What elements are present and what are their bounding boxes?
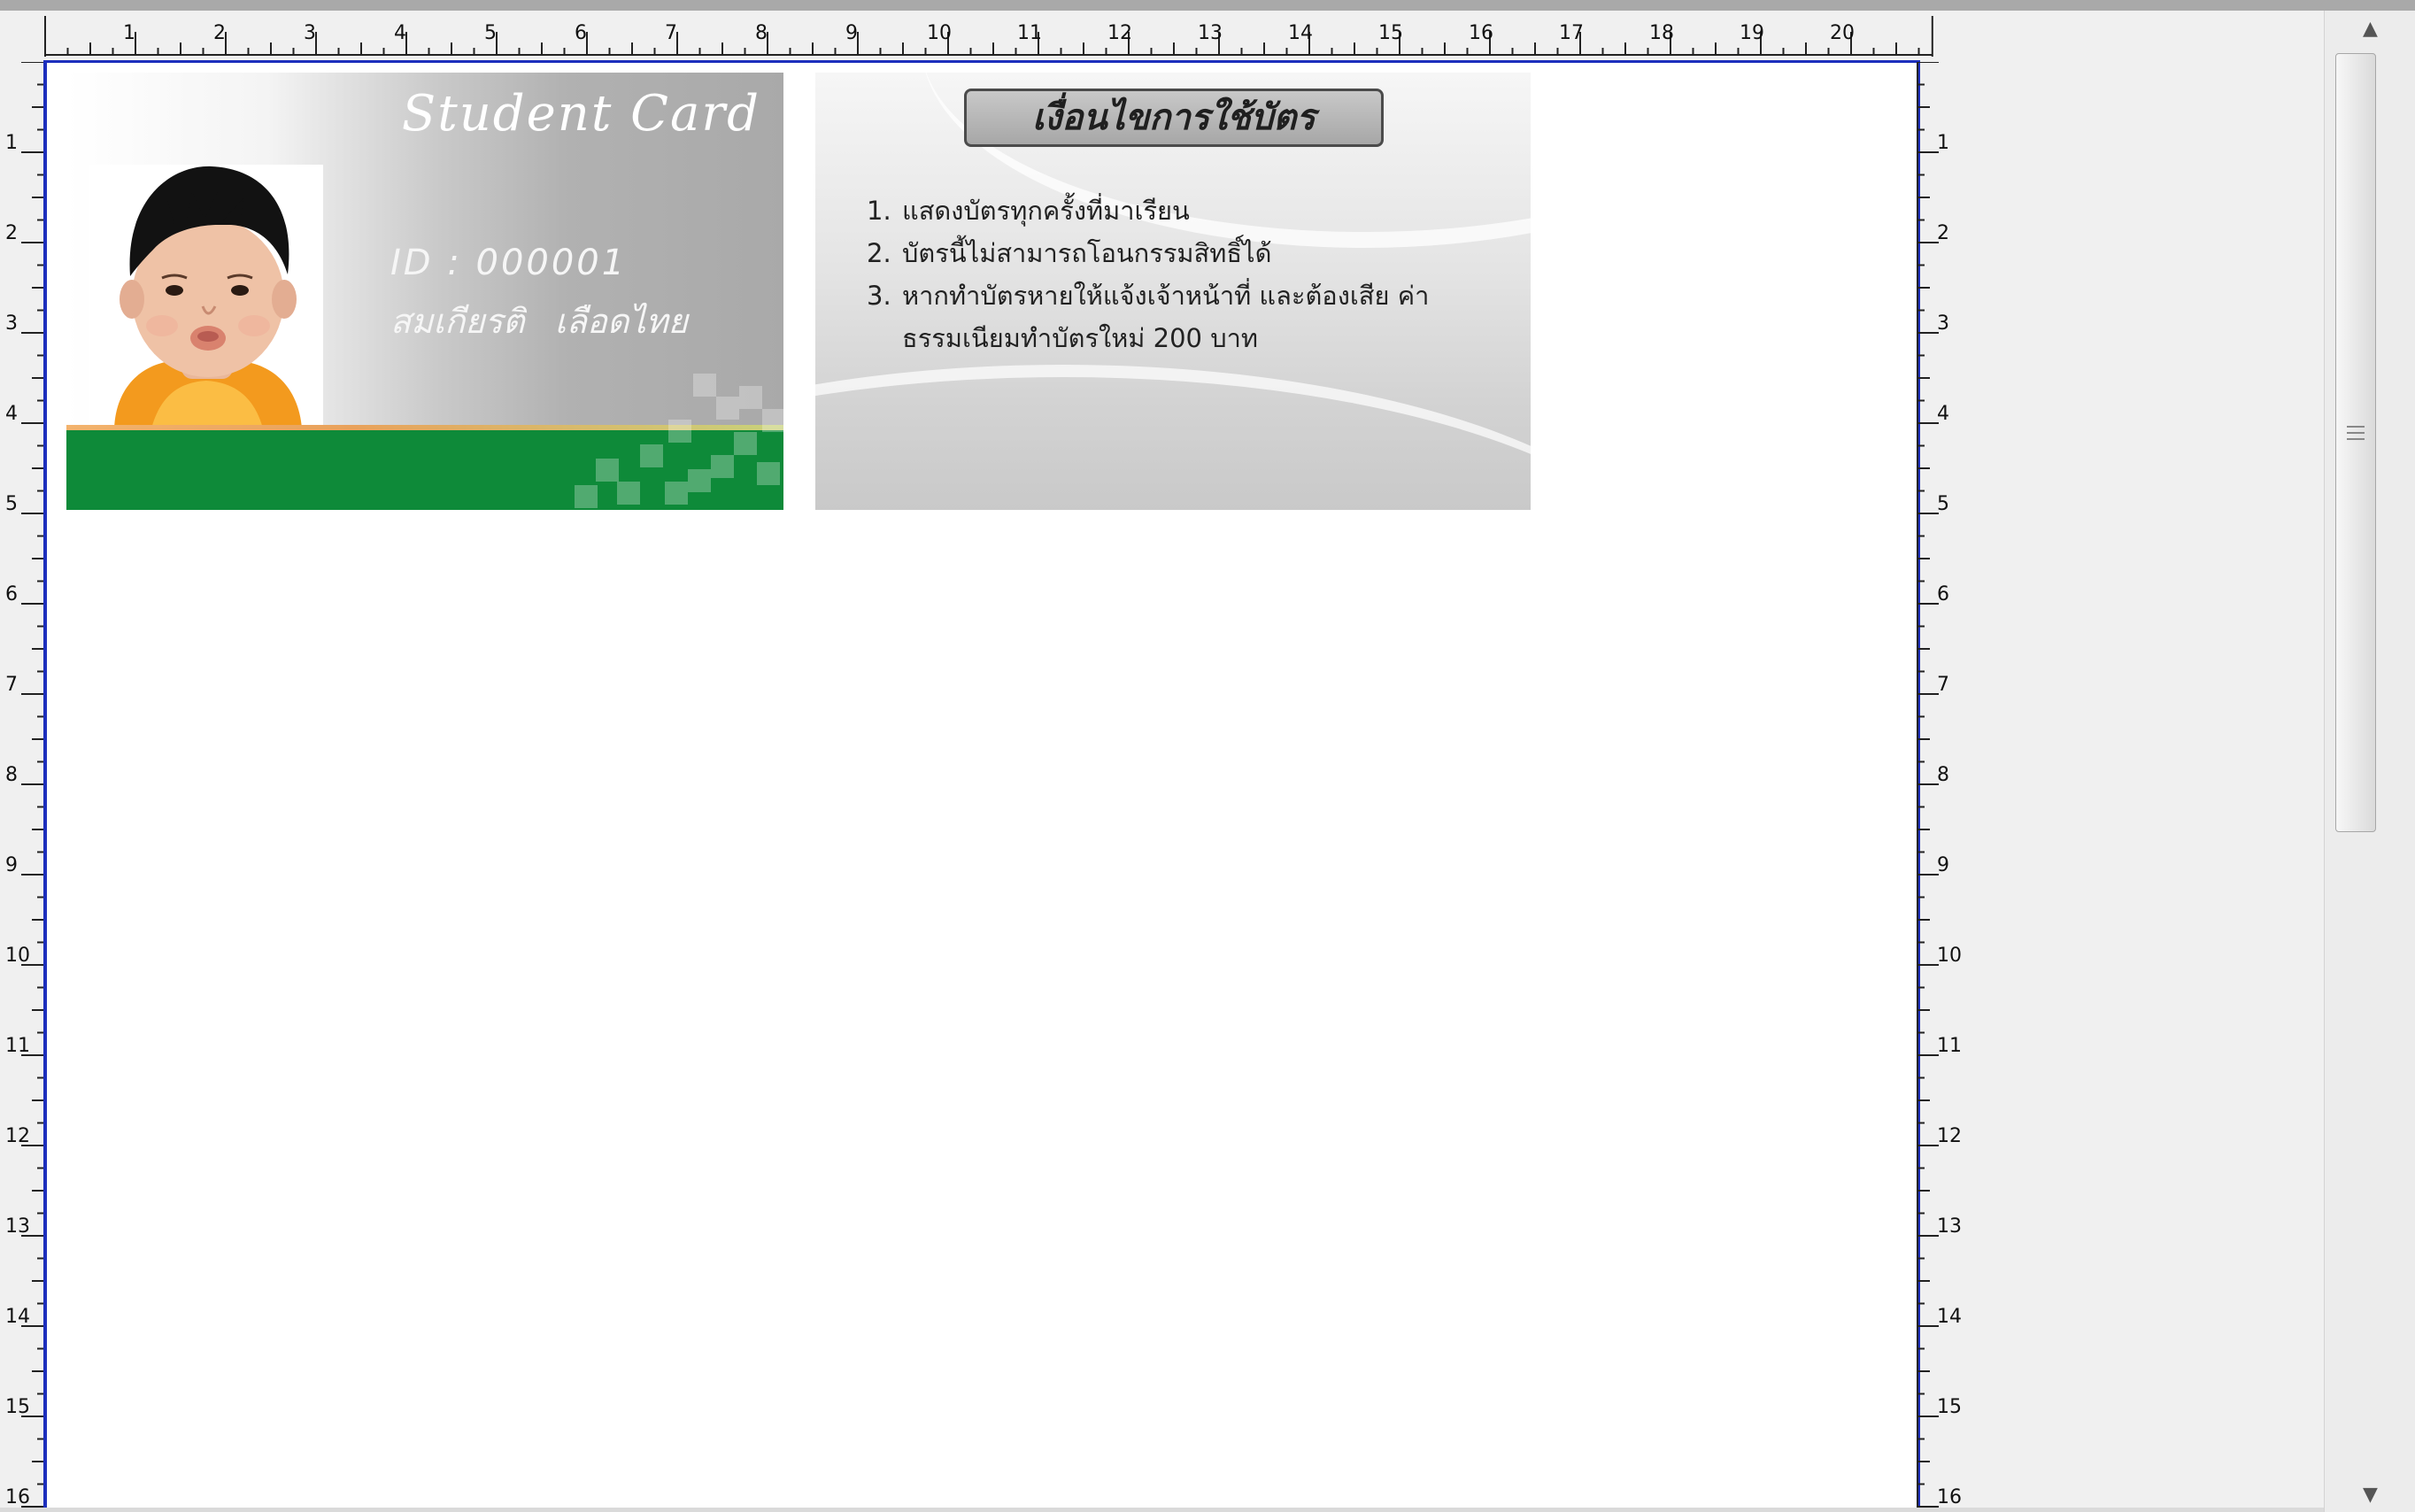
ruler-label: 6 (575, 22, 587, 44)
conditions-title: เงื่อนไขการใช้บัตร (964, 89, 1384, 147)
ruler-label: 3 (5, 312, 18, 335)
decor-square (640, 444, 663, 467)
decor-square (711, 455, 734, 478)
decor-square (617, 482, 640, 505)
card-title: Student Card (401, 85, 760, 143)
bottom-border (0, 1508, 2324, 1512)
ruler-label: 12 (1107, 22, 1132, 44)
condition-text: บัตรนี้ไม่สามารถโอนกรรมสิทธิ์ได้ (902, 238, 1272, 268)
ruler-label: 5 (1937, 493, 1949, 515)
student-photo[interactable] (89, 165, 323, 428)
vertical-ruler-left[interactable]: 12345678910111213141516 (0, 62, 48, 1512)
decor-square (734, 432, 757, 455)
ruler-label: 11 (5, 1035, 30, 1057)
ruler-label: 18 (1649, 22, 1674, 44)
decor-square (693, 374, 716, 397)
condition-number: 1. (867, 196, 891, 226)
ruler-label: 17 (1559, 22, 1584, 44)
student-card-front[interactable]: Student Card ID: 000001 สมเกียรติ เลือด… (66, 73, 783, 510)
decor-square (757, 462, 780, 485)
ruler-label: 12 (1937, 1125, 1962, 1147)
card-designer-canvas[interactable]: 1 2 3 4 5 6 7 8 9 10 11 12 13 14 15 16 17 18 19 20 12345678… (0, 11, 2324, 1512)
student-id-text: ID : 000001 (390, 243, 628, 283)
ruler-label: 4 (1937, 403, 1949, 425)
ruler-label: 5 (484, 22, 497, 44)
window-top-border (0, 0, 2415, 11)
decor-square (665, 482, 688, 505)
ruler-label: 9 (5, 854, 18, 876)
condition-text: แสดงบัตรทุกครั้งที่มาเรียน (902, 196, 1190, 226)
decor-swoosh (815, 365, 1531, 510)
ruler-label: 3 (304, 22, 316, 44)
page-margin-top (43, 60, 1920, 63)
ruler-label: 14 (1288, 22, 1313, 44)
vertical-scrollbar[interactable]: ▲ ▼ (2324, 11, 2415, 1512)
ruler-label: 14 (1937, 1306, 1962, 1328)
ruler-label: 9 (845, 22, 858, 44)
condition-number: 2. (867, 238, 891, 268)
ruler-label: 16 (1937, 1486, 1962, 1508)
decor-square (739, 386, 762, 409)
child-portrait-icon (89, 165, 323, 428)
ruler-label: 2 (213, 22, 226, 44)
ruler-label: 6 (5, 583, 18, 606)
decor-square (762, 409, 783, 432)
ruler-label: 10 (5, 945, 30, 967)
ruler-label: 1 (123, 22, 135, 44)
ruler-label: 3 (1937, 312, 1949, 335)
condition-item: 3. หากทำบัตรหายให้แจ้งเจ้าหน้าที่ และต้อ… (867, 274, 1522, 359)
ruler-label: 4 (394, 22, 406, 44)
ruler-label: 14 (5, 1306, 30, 1328)
decor-square (575, 485, 598, 508)
decor-square (688, 469, 711, 492)
decor-square (668, 420, 691, 443)
condition-item: 2. บัตรนี้ไม่สามารถโอนกรรมสิทธิ์ได้ (867, 232, 1522, 274)
ruler-label: 15 (5, 1396, 30, 1418)
ruler-label: 16 (1469, 22, 1493, 44)
ruler-label: 11 (1937, 1035, 1962, 1057)
ruler-label: 11 (1017, 22, 1042, 44)
ruler-label: 2 (1937, 222, 1949, 244)
ruler-label: 2 (5, 222, 18, 244)
ruler-label: 12 (5, 1125, 30, 1147)
vertical-ruler-right[interactable]: 12345678910111213141516 (1914, 62, 1967, 1512)
ruler-label: 6 (1937, 583, 1949, 606)
ruler-label: 1 (5, 132, 18, 154)
ruler-label: 13 (5, 1215, 30, 1238)
grip-icon (2347, 426, 2365, 440)
decor-square (596, 459, 619, 482)
decor-square (716, 397, 739, 420)
ruler-label: 9 (1937, 854, 1949, 876)
condition-number: 3. (867, 281, 891, 311)
ruler-label: 15 (1378, 22, 1403, 44)
ruler-label: 8 (5, 764, 18, 786)
ruler-label: 7 (665, 22, 677, 44)
ruler-label: 19 (1740, 22, 1764, 44)
ruler-label: 16 (5, 1486, 30, 1508)
scroll-down-icon[interactable]: ▼ (2325, 1477, 2415, 1512)
student-card-back[interactable]: เงื่อนไขการใช้บัตร 1. แสดงบัตรทุกครั้งที… (815, 73, 1531, 510)
ruler-label: 7 (1937, 674, 1949, 696)
scroll-thumb[interactable] (2335, 53, 2376, 832)
scroll-up-icon[interactable]: ▲ (2325, 11, 2415, 46)
ruler-label: 4 (5, 403, 18, 425)
conditions-list: 1. แสดงบัตรทุกครั้งที่มาเรียน 2. บัตรนี้… (867, 189, 1522, 359)
ruler-label: 13 (1198, 22, 1223, 44)
ruler-label: 1 (1937, 132, 1949, 154)
student-name-text: สมเกียรติ เลือดไทย (390, 302, 688, 341)
ruler-label: 7 (5, 674, 18, 696)
condition-text: หากทำบัตรหายให้แจ้งเจ้าหน้าที่ และต้องเส… (902, 281, 1430, 353)
horizontal-ruler[interactable]: 1 2 3 4 5 6 7 8 9 10 11 12 13 14 15 16 17 18 19 20 (0, 11, 2324, 62)
ruler-label: 8 (755, 22, 768, 44)
ruler-label: 10 (927, 22, 952, 44)
page-margin-left[interactable] (43, 60, 47, 1512)
ruler-label: 20 (1830, 22, 1855, 44)
condition-item: 1. แสดงบัตรทุกครั้งที่มาเรียน (867, 189, 1522, 232)
ruler-label: 15 (1937, 1396, 1962, 1418)
ruler-label: 13 (1937, 1215, 1962, 1238)
ruler-label: 8 (1937, 764, 1949, 786)
ruler-label: 5 (5, 493, 18, 515)
ruler-label: 10 (1937, 945, 1962, 967)
